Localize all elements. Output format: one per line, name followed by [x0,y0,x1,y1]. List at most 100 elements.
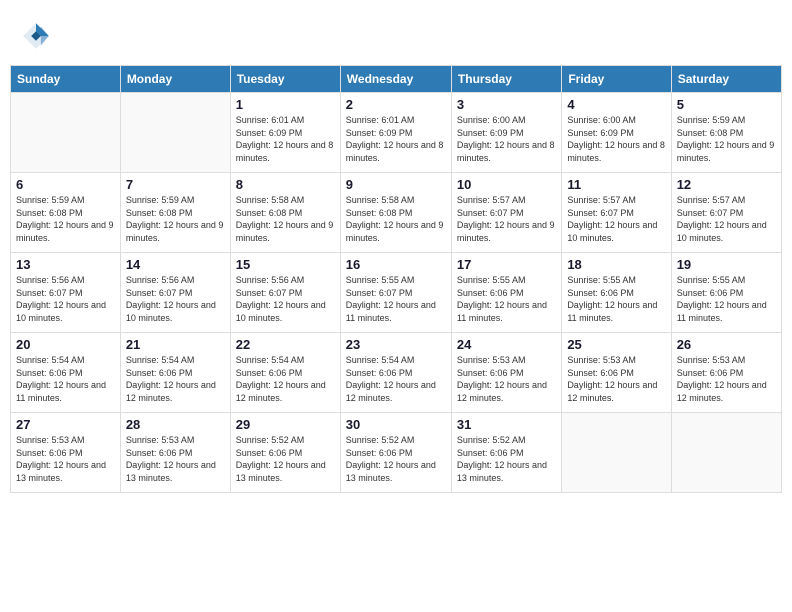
day-info: Sunrise: 5:59 AM Sunset: 6:08 PM Dayligh… [677,114,776,164]
day-number: 10 [457,177,556,192]
day-number: 27 [16,417,115,432]
calendar-cell: 23 Sunrise: 5:54 AM Sunset: 6:06 PM Dayli… [340,333,451,413]
day-info: Sunrise: 5:52 AM Sunset: 6:06 PM Dayligh… [236,434,335,484]
day-info: Sunrise: 5:56 AM Sunset: 6:07 PM Dayligh… [126,274,225,324]
day-info: Sunrise: 5:55 AM Sunset: 6:06 PM Dayligh… [567,274,665,324]
logo-icon [20,20,52,52]
calendar-cell: 21Sunrise: 5:54 AM Sunset: 6:06 PM Dayli… [120,333,230,413]
column-header-wednesday: Wednesday [340,66,451,93]
day-info: Sunrise: 5:53 AM Sunset: 6:06 PM Dayligh… [126,434,225,484]
calendar-cell: 8 Sunrise: 5:58 AM Sunset: 6:08 PM Daylig… [230,173,340,253]
calendar-cell [671,413,781,493]
day-info: Sunrise: 5:57 AM Sunset: 6:07 PM Dayligh… [567,194,665,244]
day-number: 5 [677,97,776,112]
day-number: 29 [236,417,335,432]
day-info: Sunrise: 6:01 AM Sunset: 6:09 PM Dayligh… [236,114,335,164]
calendar-cell: 26 Sunrise: 5:53 AM Sunset: 6:06 PM Dayli… [671,333,781,413]
day-number: 24 [457,337,556,352]
column-header-thursday: Thursday [451,66,561,93]
week-row-3: 13 Sunrise: 5:56 AM Sunset: 6:07 PM Dayli… [11,253,782,333]
calendar-cell: 15 Sunrise: 5:56 AM Sunset: 6:07 PM Dayli… [230,253,340,333]
day-number: 18 [567,257,665,272]
column-header-sunday: Sunday [11,66,121,93]
day-number: 13 [16,257,115,272]
day-number: 17 [457,257,556,272]
day-info: Sunrise: 5:54 AM Sunset: 6:06 PM Dayligh… [236,354,335,404]
day-info: Sunrise: 5:53 AM Sunset: 6:06 PM Dayligh… [457,354,556,404]
day-info: Sunrise: 5:56 AM Sunset: 6:07 PM Dayligh… [16,274,115,324]
day-number: 19 [677,257,776,272]
week-row-1: 1 Sunrise: 6:01 AM Sunset: 6:09 PM Daylig… [11,93,782,173]
calendar-cell [11,93,121,173]
calendar-cell: 10 Sunrise: 5:57 AM Sunset: 6:07 PM Dayli… [451,173,561,253]
day-info: Sunrise: 5:57 AM Sunset: 6:07 PM Dayligh… [457,194,556,244]
calendar-cell: 17 Sunrise: 5:55 AM Sunset: 6:06 PM Dayli… [451,253,561,333]
day-info: Sunrise: 5:58 AM Sunset: 6:08 PM Dayligh… [236,194,335,244]
header-row: SundayMondayTuesdayWednesdayThursdayFrid… [11,66,782,93]
calendar-cell: 7Sunrise: 5:59 AM Sunset: 6:08 PM Daylig… [120,173,230,253]
calendar-header: SundayMondayTuesdayWednesdayThursdayFrid… [11,66,782,93]
day-info: Sunrise: 5:52 AM Sunset: 6:06 PM Dayligh… [457,434,556,484]
column-header-saturday: Saturday [671,66,781,93]
column-header-friday: Friday [562,66,671,93]
day-info: Sunrise: 5:55 AM Sunset: 6:07 PM Dayligh… [346,274,446,324]
day-info: Sunrise: 6:00 AM Sunset: 6:09 PM Dayligh… [567,114,665,164]
day-info: Sunrise: 6:00 AM Sunset: 6:09 PM Dayligh… [457,114,556,164]
day-number: 9 [346,177,446,192]
day-number: 30 [346,417,446,432]
logo [20,20,56,52]
day-number: 11 [567,177,665,192]
calendar-cell: 24 Sunrise: 5:53 AM Sunset: 6:06 PM Dayli… [451,333,561,413]
calendar-cell: 18 Sunrise: 5:55 AM Sunset: 6:06 PM Dayli… [562,253,671,333]
day-number: 22 [236,337,335,352]
calendar-table: SundayMondayTuesdayWednesdayThursdayFrid… [10,65,782,493]
day-number: 23 [346,337,446,352]
calendar-cell: 28Sunrise: 5:53 AM Sunset: 6:06 PM Dayli… [120,413,230,493]
day-number: 1 [236,97,335,112]
day-number: 8 [236,177,335,192]
day-info: Sunrise: 5:53 AM Sunset: 6:06 PM Dayligh… [677,354,776,404]
day-info: Sunrise: 5:55 AM Sunset: 6:06 PM Dayligh… [457,274,556,324]
calendar-cell: 14 Sunrise: 5:56 AM Sunset: 6:07 PM Dayli… [120,253,230,333]
calendar-cell: 20 Sunrise: 5:54 AM Sunset: 6:06 PM Dayli… [11,333,121,413]
day-number: 20 [16,337,115,352]
day-info: Sunrise: 5:52 AM Sunset: 6:06 PM Dayligh… [346,434,446,484]
day-number: 6 [16,177,115,192]
day-info: Sunrise: 5:54 AM Sunset: 6:06 PM Dayligh… [16,354,115,404]
calendar-cell: 2Sunrise: 6:01 AM Sunset: 6:09 PM Daylig… [340,93,451,173]
day-number: 14 [126,257,225,272]
calendar-cell: 31 Sunrise: 5:52 AM Sunset: 6:06 PM Dayli… [451,413,561,493]
day-number: 7 [126,177,225,192]
calendar-cell: 12Sunrise: 5:57 AM Sunset: 6:07 PM Dayli… [671,173,781,253]
day-number: 16 [346,257,446,272]
day-number: 26 [677,337,776,352]
calendar-cell: 4Sunrise: 6:00 AM Sunset: 6:09 PM Daylig… [562,93,671,173]
calendar-cell: 29 Sunrise: 5:52 AM Sunset: 6:06 PM Dayli… [230,413,340,493]
calendar-cell: 13 Sunrise: 5:56 AM Sunset: 6:07 PM Dayli… [11,253,121,333]
calendar-body: 1 Sunrise: 6:01 AM Sunset: 6:09 PM Daylig… [11,93,782,493]
week-row-5: 27 Sunrise: 5:53 AM Sunset: 6:06 PM Dayli… [11,413,782,493]
day-info: Sunrise: 5:56 AM Sunset: 6:07 PM Dayligh… [236,274,335,324]
day-number: 15 [236,257,335,272]
calendar-cell [562,413,671,493]
calendar-cell: 1 Sunrise: 6:01 AM Sunset: 6:09 PM Daylig… [230,93,340,173]
day-number: 3 [457,97,556,112]
calendar-cell: 19 Sunrise: 5:55 AM Sunset: 6:06 PM Dayli… [671,253,781,333]
calendar-cell [120,93,230,173]
day-number: 25 [567,337,665,352]
day-info: Sunrise: 5:55 AM Sunset: 6:06 PM Dayligh… [677,274,776,324]
day-info: Sunrise: 5:59 AM Sunset: 6:08 PM Dayligh… [16,194,115,244]
day-info: Sunrise: 5:53 AM Sunset: 6:06 PM Dayligh… [16,434,115,484]
week-row-2: 6 Sunrise: 5:59 AM Sunset: 6:08 PM Daylig… [11,173,782,253]
day-info: Sunrise: 5:58 AM Sunset: 6:08 PM Dayligh… [346,194,446,244]
column-header-tuesday: Tuesday [230,66,340,93]
day-info: Sunrise: 5:54 AM Sunset: 6:06 PM Dayligh… [126,354,225,404]
day-number: 31 [457,417,556,432]
calendar-cell: 11 Sunrise: 5:57 AM Sunset: 6:07 PM Dayli… [562,173,671,253]
day-info: Sunrise: 5:57 AM Sunset: 6:07 PM Dayligh… [677,194,776,244]
week-row-4: 20 Sunrise: 5:54 AM Sunset: 6:06 PM Dayli… [11,333,782,413]
column-header-monday: Monday [120,66,230,93]
calendar-cell: 6 Sunrise: 5:59 AM Sunset: 6:08 PM Daylig… [11,173,121,253]
calendar-cell: 30 Sunrise: 5:52 AM Sunset: 6:06 PM Dayli… [340,413,451,493]
day-info: Sunrise: 5:54 AM Sunset: 6:06 PM Dayligh… [346,354,446,404]
